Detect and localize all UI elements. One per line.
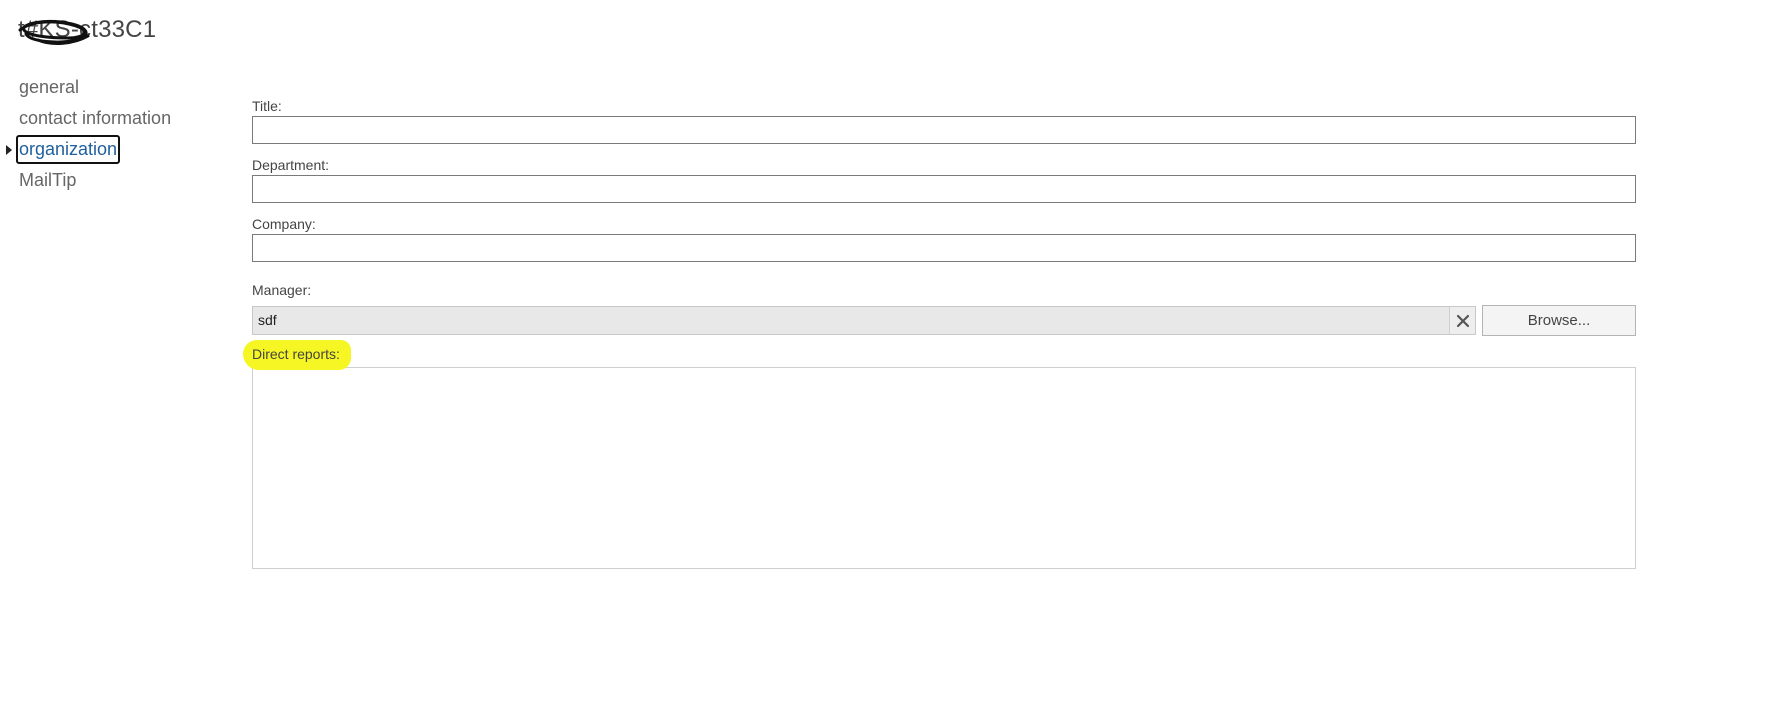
company-label: Company: — [252, 216, 316, 232]
nav-item-label: MailTip — [19, 170, 77, 190]
title-label: Title: — [252, 98, 282, 114]
manager-label: Manager: — [252, 282, 312, 298]
sidebar-nav: general contact information organization… — [0, 72, 210, 196]
department-label: Department: — [252, 157, 330, 173]
page: t#KS-ct33C1 general contact information … — [0, 0, 1786, 702]
nav-item-mailtip[interactable]: MailTip — [0, 165, 210, 196]
organization-form: Title: Department: Company: Manager: sdf… — [243, 96, 1636, 569]
direct-reports-label-wrap: Direct reports: — [243, 340, 351, 370]
manager-field: sdf — [252, 306, 1476, 335]
nav-item-contact-information[interactable]: contact information — [0, 103, 210, 134]
browse-button[interactable]: Browse... — [1482, 305, 1636, 336]
title-input[interactable] — [252, 116, 1636, 144]
department-field-group: Department: — [252, 155, 1636, 203]
department-input[interactable] — [252, 175, 1636, 203]
company-field-group: Company: — [252, 214, 1636, 262]
nav-item-organization[interactable]: organization — [0, 134, 210, 165]
nav-item-label: general — [19, 77, 80, 97]
title-field-group: Title: — [252, 96, 1636, 144]
nav-item-label: contact information — [19, 108, 172, 128]
selected-arrow-icon — [6, 145, 12, 155]
page-title: t#KS-ct33C1 — [18, 16, 157, 43]
close-icon — [1456, 314, 1469, 327]
direct-reports-list[interactable] — [252, 367, 1636, 569]
clear-manager-button[interactable] — [1449, 307, 1475, 334]
manager-row: sdf Browse... — [252, 305, 1636, 336]
direct-reports-label: Direct reports: — [252, 346, 340, 362]
manager-value: sdf — [258, 312, 277, 328]
company-input[interactable] — [252, 234, 1636, 262]
nav-item-label: organization — [16, 135, 121, 164]
nav-item-general[interactable]: general — [0, 72, 210, 103]
